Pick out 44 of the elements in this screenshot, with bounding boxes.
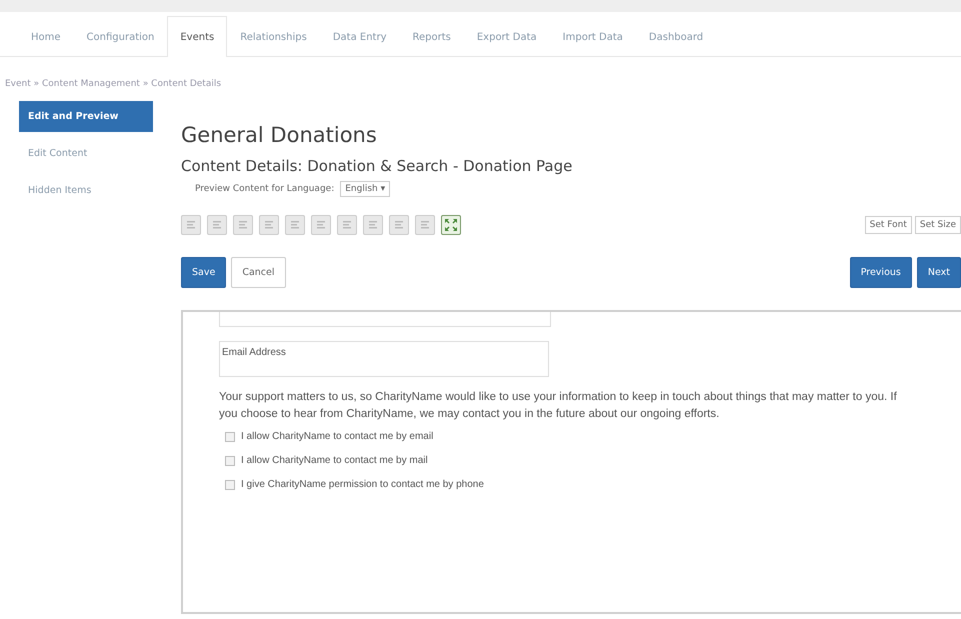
nav-tab[interactable]: Reports bbox=[400, 16, 464, 56]
lines-icon bbox=[263, 219, 275, 231]
sidebar-item[interactable]: Hidden Items bbox=[19, 175, 153, 206]
font-select[interactable]: Set Font bbox=[864, 216, 912, 234]
lines-icon bbox=[185, 219, 197, 231]
nav-button[interactable]: Next bbox=[916, 257, 961, 288]
lines-icon bbox=[237, 219, 249, 231]
nav-tab[interactable]: Configuration bbox=[74, 16, 168, 56]
nav-tab[interactable]: Relationships bbox=[227, 16, 320, 56]
checkbox-label: I allow CharityName to contact me by email bbox=[241, 431, 434, 442]
action-button[interactable]: Cancel bbox=[231, 257, 286, 288]
lines-icon bbox=[419, 219, 431, 231]
lines-icon bbox=[211, 219, 223, 231]
lines-icon bbox=[367, 219, 379, 231]
input-field[interactable]: Email Address bbox=[219, 341, 549, 377]
action-button[interactable]: Save bbox=[181, 257, 226, 288]
checkbox-label: I allow CharityName to contact me by mail bbox=[241, 455, 428, 466]
language-select[interactable]: English ▾ bbox=[340, 181, 390, 197]
checkbox[interactable] bbox=[225, 456, 235, 466]
sidebar-item[interactable]: Edit Content bbox=[19, 138, 153, 169]
nav-tab[interactable]: Dashboard bbox=[636, 16, 716, 56]
nav-tab[interactable]: Import Data bbox=[550, 16, 636, 56]
lines-icon bbox=[341, 219, 353, 231]
checkbox-label: I give CharityName permission to contact me by phone bbox=[241, 479, 484, 490]
fullscreen-icon bbox=[444, 218, 458, 232]
nav-button[interactable]: Previous bbox=[850, 257, 912, 288]
consent-paragraph: Your support matters to us, so CharityName would like to use your information to keep in touch about things that may matter to you. If you choose to hear from CharityName, we may contact you in the future about our ongoing efforts. bbox=[219, 390, 898, 422]
fullscreen-button[interactable] bbox=[441, 215, 461, 235]
nav-tab[interactable]: Data Entry bbox=[320, 16, 400, 56]
lines-icon bbox=[393, 219, 405, 231]
input-field[interactable] bbox=[219, 312, 551, 327]
page-subtitle: Content Details: Donation & Search - Donation Page bbox=[181, 157, 574, 175]
page-title: General Donations bbox=[181, 123, 378, 147]
checkbox[interactable] bbox=[225, 480, 235, 490]
checkbox[interactable] bbox=[225, 432, 235, 442]
breadcrumb: Event » Content Management » Content Details bbox=[4, 78, 222, 91]
lines-icon bbox=[315, 219, 327, 231]
sidebar-item[interactable]: Edit and Preview bbox=[19, 101, 153, 132]
nav-tab[interactable]: Home bbox=[18, 16, 74, 56]
language-label: Preview Content for Language: bbox=[195, 184, 334, 194]
nav-tab[interactable]: Export Data bbox=[464, 16, 550, 56]
size-select[interactable]: Set Size bbox=[914, 216, 961, 234]
lines-icon bbox=[289, 219, 301, 231]
nav-tab[interactable]: Events bbox=[167, 16, 228, 57]
